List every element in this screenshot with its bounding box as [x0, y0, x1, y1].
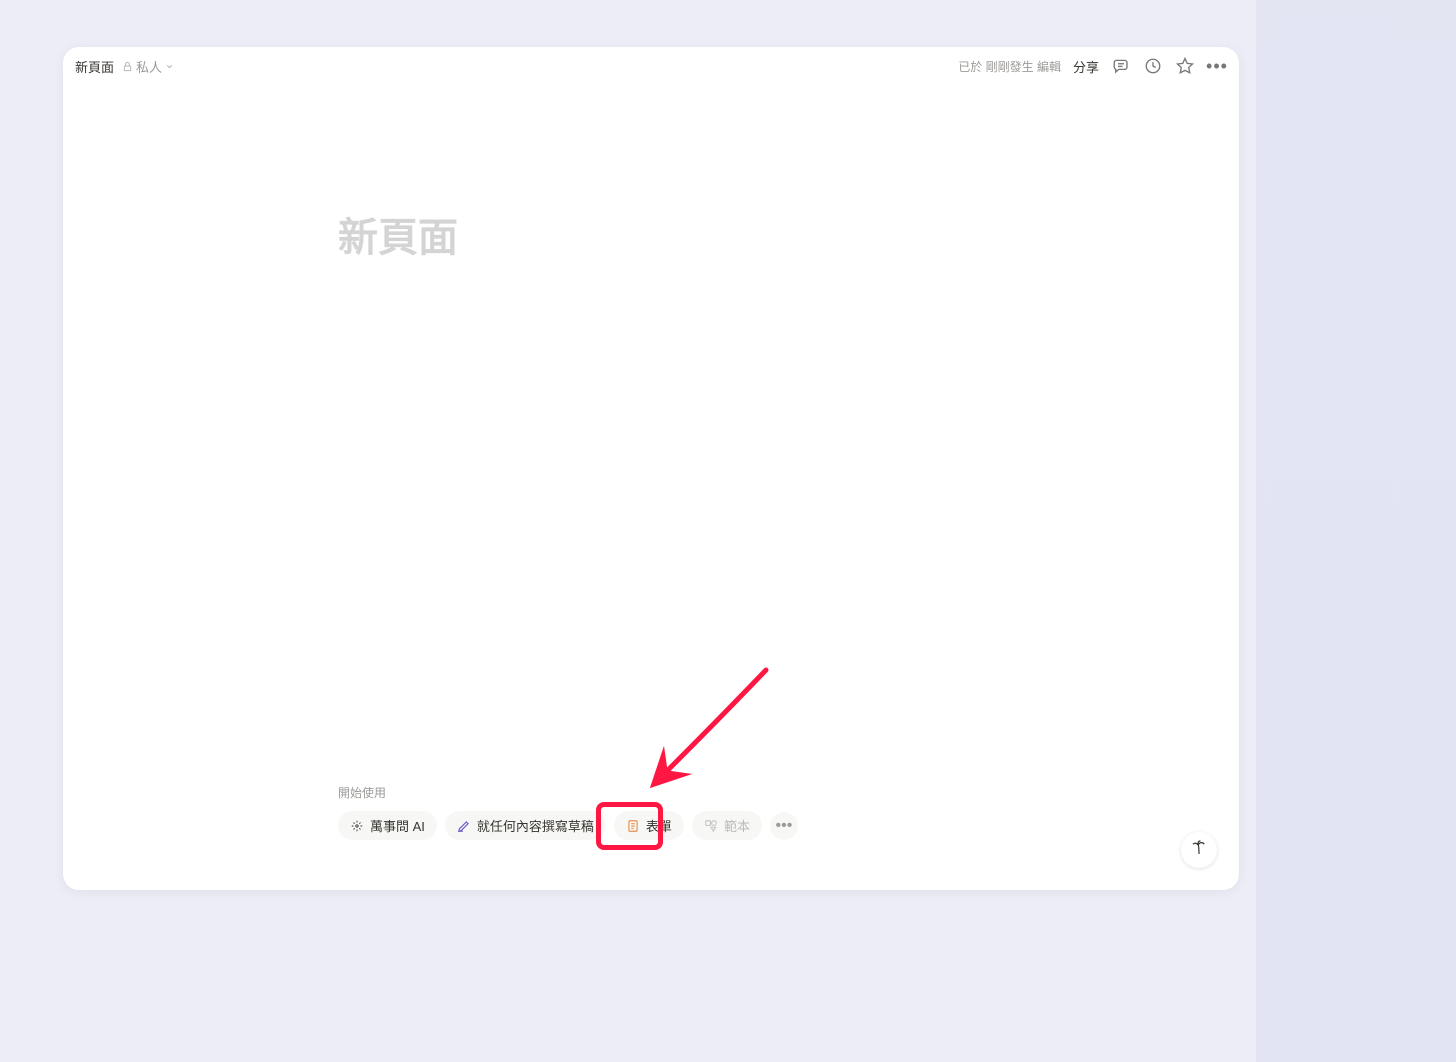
privacy-label: 私人	[136, 57, 162, 76]
form-label: 表單	[646, 816, 672, 835]
shapes-icon	[704, 819, 718, 833]
draft-label: 就任何內容撰寫草稿	[477, 816, 594, 835]
draft-chip[interactable]: 就任何內容撰寫草稿	[445, 811, 606, 840]
get-started-label: 開始使用	[338, 784, 798, 801]
more-dots-icon: •••	[776, 817, 793, 835]
form-chip[interactable]: 表單	[614, 811, 684, 840]
privacy-dropdown[interactable]: 私人	[122, 57, 174, 76]
more-icon[interactable]: •••	[1207, 56, 1227, 76]
chevron-down-icon	[165, 62, 174, 71]
topbar-right: 已於 剛剛發生 編輯 分享 •••	[958, 56, 1227, 76]
topbar-left: 新頁面 私人	[75, 57, 174, 76]
pencil-icon	[457, 819, 471, 833]
ask-ai-chip[interactable]: 萬事問 AI	[338, 811, 437, 840]
ask-ai-label: 萬事問 AI	[370, 816, 425, 835]
template-label: 範本	[724, 816, 750, 835]
help-fab[interactable]	[1181, 832, 1217, 868]
page-content: 新頁面 開始使用 萬事問 AI 就任何內容撰寫草稿	[63, 85, 1239, 890]
star-icon[interactable]	[1175, 56, 1195, 76]
app-window: 新頁面 私人 已於 剛剛發生 編輯 分享 ••	[63, 47, 1239, 890]
background-decoration	[1256, 0, 1456, 1062]
palm-icon	[1190, 839, 1208, 862]
topbar: 新頁面 私人 已於 剛剛發生 編輯 分享 ••	[63, 47, 1239, 85]
lock-icon	[122, 61, 133, 72]
edit-status: 已於 剛剛發生 編輯	[958, 58, 1061, 75]
annotation-arrow	[646, 662, 786, 797]
page-title[interactable]: 新頁面	[338, 205, 1143, 263]
get-started-section: 開始使用 萬事問 AI 就任何內容撰寫草稿	[338, 784, 798, 840]
template-chip[interactable]: 範本	[692, 811, 762, 840]
action-row: 萬事問 AI 就任何內容撰寫草稿 表單	[338, 811, 798, 840]
comment-icon[interactable]	[1111, 56, 1131, 76]
share-button[interactable]: 分享	[1073, 57, 1099, 76]
form-icon	[626, 819, 640, 833]
more-chips-button[interactable]: •••	[770, 812, 798, 840]
clock-icon[interactable]	[1143, 56, 1163, 76]
sparkle-icon	[350, 819, 364, 833]
breadcrumb-title[interactable]: 新頁面	[75, 57, 114, 76]
